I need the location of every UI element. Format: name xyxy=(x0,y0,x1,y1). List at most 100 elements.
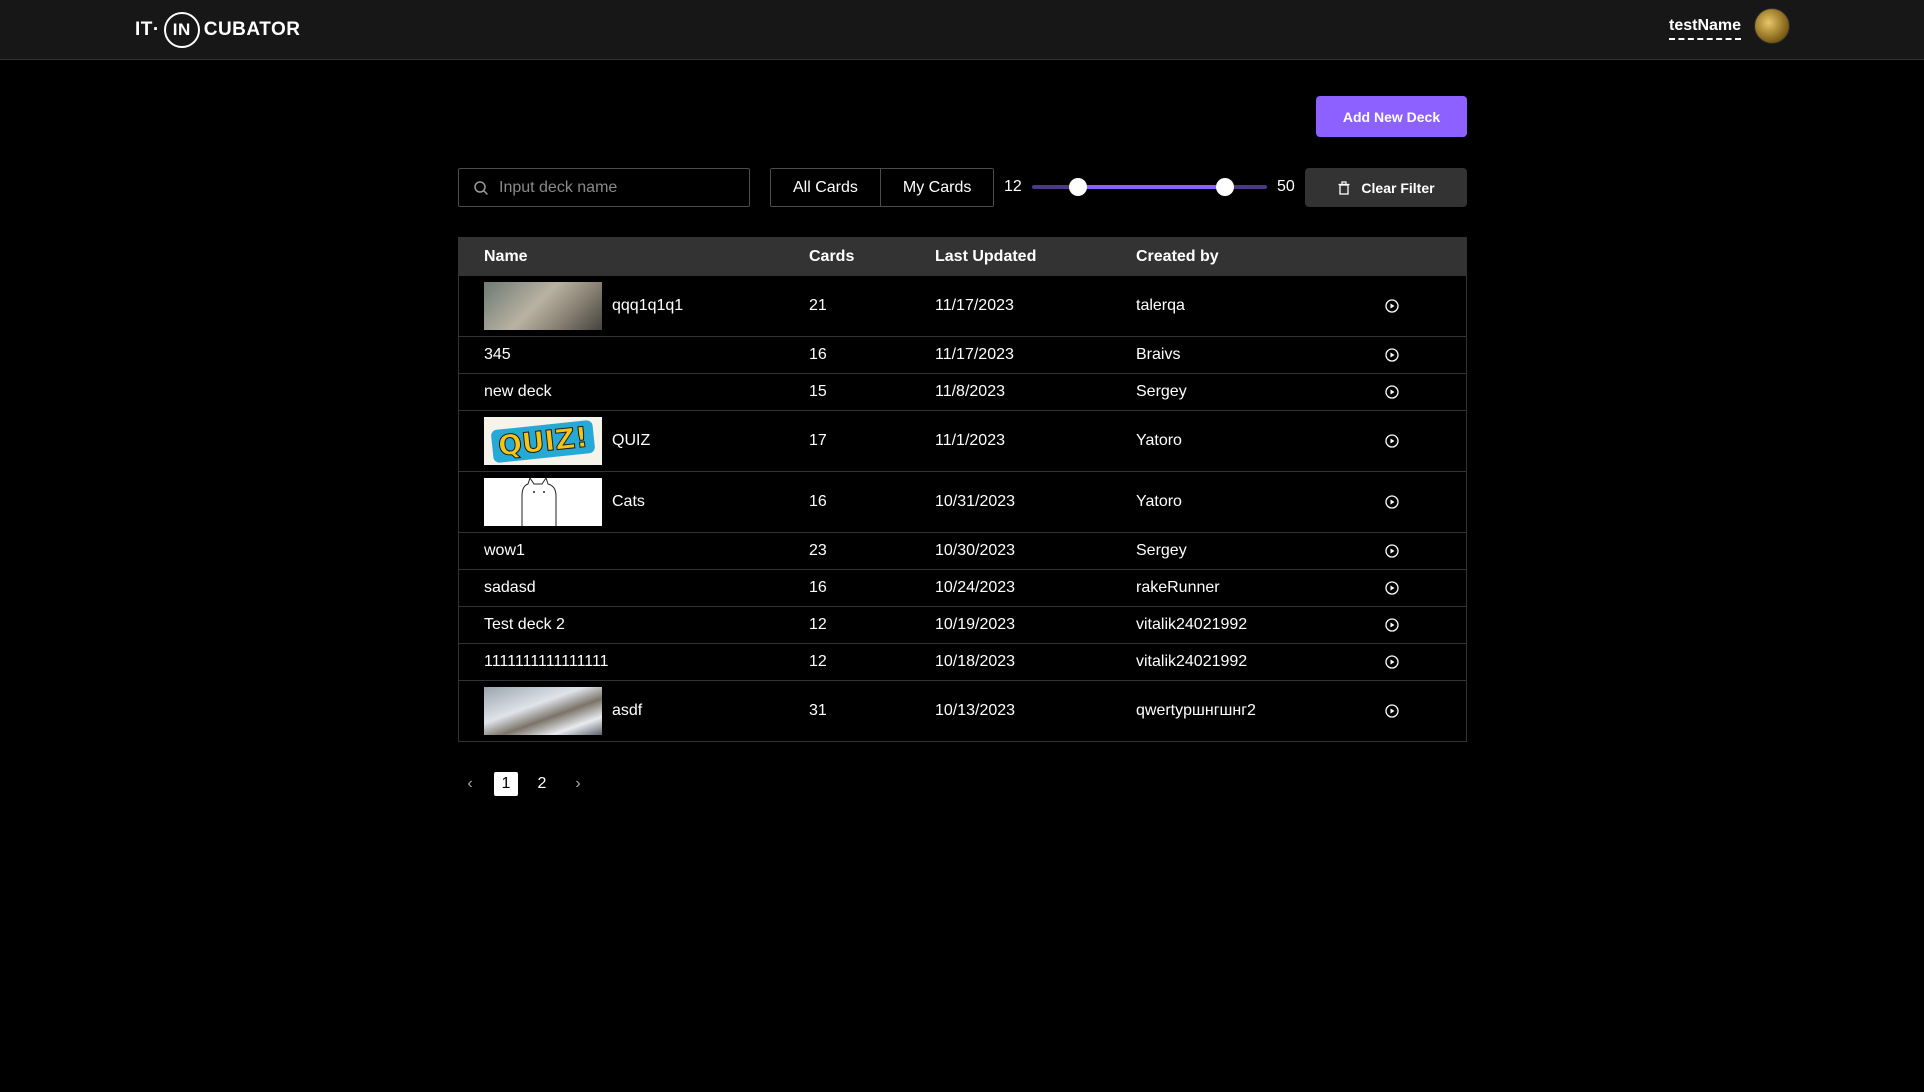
search-field[interactable] xyxy=(458,168,750,207)
clear-filter-label: Clear Filter xyxy=(1361,179,1435,196)
clear-filter-button[interactable]: Clear Filter xyxy=(1305,168,1467,207)
trash-icon xyxy=(1338,180,1350,195)
page-button-1[interactable]: 1 xyxy=(494,772,518,796)
deck-name-cell: wow1 xyxy=(459,542,809,560)
deck-last-updated: 10/31/2023 xyxy=(935,493,1016,510)
deck-card-count: 31 xyxy=(809,702,827,719)
deck-name-cell: asdf xyxy=(459,687,809,735)
deck-cover-image xyxy=(484,478,602,526)
deck-name[interactable]: sadasd xyxy=(484,579,536,597)
deck-created-by: Sergey xyxy=(1136,542,1187,559)
deck-card-count: 16 xyxy=(809,493,827,510)
column-header-cards[interactable]: Cards xyxy=(809,248,935,266)
table-row[interactable]: sadasd 16 10/24/2023 rakeRunner xyxy=(459,569,1466,606)
table-row[interactable]: Test deck 2 12 10/19/2023 vitalik2402199… xyxy=(459,606,1466,643)
range-max-value: 50 xyxy=(1277,178,1295,195)
table-row[interactable]: wow1 23 10/30/2023 Sergey xyxy=(459,532,1466,569)
play-circle-icon[interactable] xyxy=(1384,384,1400,400)
deck-created-by: qwertyршнгшнг2 xyxy=(1136,702,1256,719)
deck-last-updated: 11/1/2023 xyxy=(935,432,1005,449)
deck-card-count: 21 xyxy=(809,297,827,314)
deck-name-cell: 345 xyxy=(459,346,809,364)
play-circle-icon[interactable] xyxy=(1384,347,1400,363)
tab-all-cards[interactable]: All Cards xyxy=(771,169,880,206)
deck-name[interactable]: Cats xyxy=(612,493,645,511)
deck-card-count: 23 xyxy=(809,542,827,559)
user-name[interactable]: testName xyxy=(1669,17,1742,40)
table-row[interactable]: qqq1q1q1 21 11/17/2023 talerqa xyxy=(459,275,1466,336)
table-row[interactable]: new deck 15 11/8/2023 Sergey xyxy=(459,373,1466,410)
deck-name[interactable]: new deck xyxy=(484,383,552,401)
column-header-created-by[interactable]: Created by xyxy=(1136,248,1376,266)
search-icon xyxy=(474,180,488,195)
deck-name-cell: QUIZ! QUIZ xyxy=(459,417,809,465)
search-input[interactable] xyxy=(499,178,739,197)
deck-card-count: 12 xyxy=(809,653,827,670)
deck-name-cell: Cats xyxy=(459,478,809,526)
page-button-2[interactable]: 2 xyxy=(530,772,554,796)
deck-cover-image xyxy=(484,282,602,330)
play-circle-icon[interactable] xyxy=(1384,543,1400,559)
deck-created-by: talerqa xyxy=(1136,297,1185,314)
column-header-name[interactable]: Name xyxy=(459,248,809,266)
deck-card-count: 15 xyxy=(809,383,827,400)
avatar[interactable] xyxy=(1754,8,1790,44)
table-row[interactable]: asdf 31 10/13/2023 qwertyршнгшнг2 xyxy=(459,680,1466,741)
table-row[interactable]: QUIZ! QUIZ 17 11/1/2023 Yatoro xyxy=(459,410,1466,471)
deck-name-cell: sadasd xyxy=(459,579,809,597)
deck-name[interactable]: asdf xyxy=(612,702,642,720)
play-circle-icon[interactable] xyxy=(1384,580,1400,596)
deck-cover-image: QUIZ! xyxy=(484,417,602,465)
deck-card-count: 16 xyxy=(809,579,827,596)
deck-last-updated: 11/8/2023 xyxy=(935,383,1005,400)
deck-name[interactable]: 1111111111111111 xyxy=(484,653,609,671)
range-min-value: 12 xyxy=(1004,178,1022,195)
logo-circle: IN xyxy=(163,12,200,48)
deck-created-by: vitalik24021992 xyxy=(1136,616,1248,633)
slider-fill xyxy=(1078,185,1225,189)
deck-name[interactable]: QUIZ xyxy=(612,432,650,450)
deck-created-by: Sergey xyxy=(1136,383,1187,400)
quiz-image-text: QUIZ! xyxy=(490,419,596,463)
add-new-deck-button[interactable]: Add New Deck xyxy=(1316,96,1467,137)
slider-thumb-max[interactable] xyxy=(1215,178,1234,196)
table-header: Name Cards Last Updated Created by xyxy=(459,238,1466,275)
deck-name[interactable]: 345 xyxy=(484,346,511,364)
cat-drawing-icon xyxy=(521,478,557,526)
deck-name[interactable]: Test deck 2 xyxy=(484,616,565,634)
deck-created-by: Yatoro xyxy=(1136,432,1182,449)
deck-card-count: 12 xyxy=(809,616,827,633)
logo-text-left: IT· xyxy=(135,19,160,40)
deck-card-count: 17 xyxy=(809,432,827,449)
top-bar: IT· IN CUBATOR testName xyxy=(0,0,1924,60)
deck-last-updated: 10/30/2023 xyxy=(935,542,1016,559)
deck-last-updated: 10/19/2023 xyxy=(935,616,1016,633)
play-circle-icon[interactable] xyxy=(1384,298,1400,314)
next-page-button[interactable]: › xyxy=(566,772,590,796)
logo[interactable]: IT· IN CUBATOR xyxy=(135,12,301,48)
deck-created-by: vitalik24021992 xyxy=(1136,653,1248,670)
table-row[interactable]: Cats 16 10/31/2023 Yatoro xyxy=(459,471,1466,532)
play-circle-icon[interactable] xyxy=(1384,433,1400,449)
tab-my-cards[interactable]: My Cards xyxy=(879,169,994,206)
table-row[interactable]: 345 16 11/17/2023 Braivs xyxy=(459,336,1466,373)
slider-thumb-min[interactable] xyxy=(1069,178,1088,196)
deck-last-updated: 11/17/2023 xyxy=(935,297,1014,314)
deck-card-count: 16 xyxy=(809,346,827,363)
play-circle-icon[interactable] xyxy=(1384,494,1400,510)
deck-created-by: rakeRunner xyxy=(1136,579,1220,596)
play-circle-icon[interactable] xyxy=(1384,617,1400,633)
deck-name[interactable]: wow1 xyxy=(484,542,525,560)
column-header-last-updated[interactable]: Last Updated xyxy=(935,248,1136,266)
play-circle-icon[interactable] xyxy=(1384,654,1400,670)
deck-name-cell: Test deck 2 xyxy=(459,616,809,634)
deck-created-by: Yatoro xyxy=(1136,493,1182,510)
play-circle-icon[interactable] xyxy=(1384,703,1400,719)
logo-text-right: CUBATOR xyxy=(203,19,301,40)
cards-tab-switcher: All Cards My Cards xyxy=(770,168,995,207)
deck-name[interactable]: qqq1q1q1 xyxy=(612,297,683,315)
prev-page-button[interactable]: ‹ xyxy=(458,772,482,796)
decks-table: Name Cards Last Updated Created by qqq1q… xyxy=(458,237,1467,742)
deck-last-updated: 11/17/2023 xyxy=(935,346,1014,363)
table-row[interactable]: 1111111111111111 12 10/18/2023 vitalik24… xyxy=(459,643,1466,680)
